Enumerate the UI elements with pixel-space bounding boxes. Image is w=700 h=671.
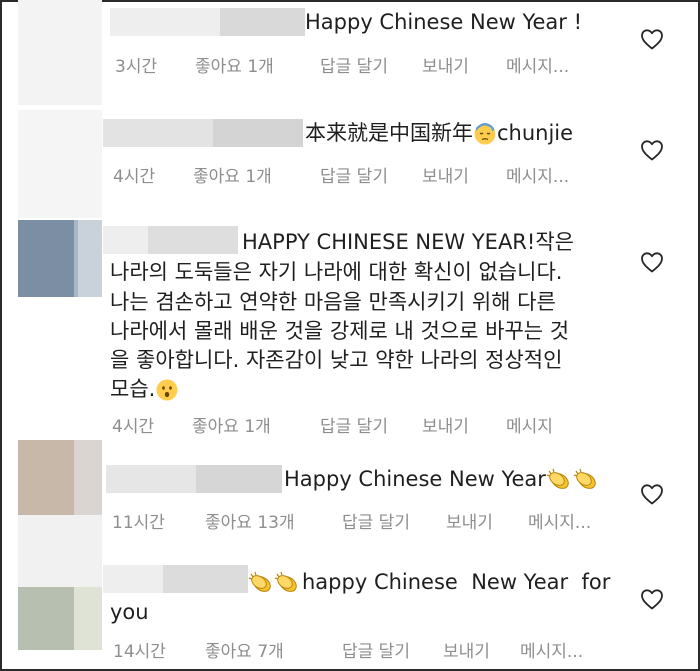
reply-button[interactable]: 답글 달기 [320, 162, 388, 187]
comment-text-chinese: 本来就是中国新年 [305, 121, 473, 145]
comment-text-latin: chunjie [497, 121, 574, 145]
comment-text-line-2: 나라의 도둑들은 자기 나라에 대한 확신이 없습니다. [110, 260, 563, 284]
send-button[interactable]: 보내기 [443, 637, 490, 662]
comment-text-line-1: HAPPY CHINESE NEW YEAR!작은 [242, 230, 574, 254]
message-button[interactable]: 메시지... [506, 162, 569, 187]
comment-text-last: 모습. [110, 377, 156, 401]
likes-count[interactable]: 좋아요 1개 [192, 412, 271, 437]
likes-count[interactable]: 좋아요 7개 [205, 637, 284, 662]
send-button[interactable]: 보내기 [422, 162, 469, 187]
comment-text-main: Happy Chinese New Year [284, 467, 546, 491]
hushed-face-icon [156, 379, 178, 401]
like-heart-icon[interactable] [640, 483, 664, 505]
blurred-username[interactable] [106, 465, 282, 493]
blurred-username[interactable] [110, 8, 305, 36]
message-button[interactable]: 메시지... [506, 52, 569, 77]
comment-time: 4시간 [112, 417, 155, 437]
send-button[interactable]: 보내기 [422, 52, 469, 77]
like-heart-icon[interactable] [640, 28, 664, 50]
avatar[interactable] [18, 0, 102, 105]
comment-meta: 4시간 좋아요 1개 답글 달기 보내기 메시지 [110, 412, 630, 437]
comment-text: Happy Chinese New Year ! [305, 10, 583, 34]
blurred-username[interactable] [103, 565, 248, 593]
comment-text-line-1: happy Chinese New Year for [248, 568, 610, 597]
comment-meta: 3시간 좋아요 1개 답글 달기 보내기 메시지... [110, 52, 630, 77]
avatar[interactable] [18, 110, 102, 218]
comment-text-line-5: 을 좋아합니다. 자존감이 낮고 약한 나라의 정상적인 [110, 348, 563, 372]
likes-count[interactable]: 좋아요 1개 [193, 162, 272, 187]
send-button[interactable]: 보내기 [422, 412, 469, 437]
message-button[interactable]: 메시지 [506, 412, 553, 437]
comment-text-line-6: 모습. [110, 375, 179, 404]
clapping-hands-icon [546, 468, 596, 489]
like-heart-icon[interactable] [640, 139, 664, 161]
avatar[interactable] [18, 440, 102, 515]
reply-button[interactable]: 답글 달기 [342, 637, 410, 662]
comment-text: Happy Chinese New Year [284, 465, 602, 494]
blurred-username[interactable] [103, 119, 303, 147]
likes-count[interactable]: 좋아요 1개 [195, 52, 274, 77]
reply-button[interactable]: 답글 달기 [320, 52, 388, 77]
comment-time: 4시간 [113, 167, 156, 187]
clapping-hands-icon [248, 571, 297, 592]
comment-time: 3시간 [115, 57, 158, 77]
comment-item-3: HAPPY CHINESE NEW YEAR!작은 나라의 도둑들은 자기 나라… [0, 220, 700, 440]
comment-text-line-4: 나라에서 몰래 배운 것을 강제로 내 것으로 바꾸는 것 [110, 319, 570, 343]
comment-text-line-2: you [110, 600, 149, 624]
like-heart-icon[interactable] [640, 251, 664, 273]
blurred-username[interactable] [103, 226, 238, 254]
comment-item-1: Happy Chinese New Year ! 3시간 좋아요 1개 답글 달… [0, 0, 700, 110]
reply-button[interactable]: 답글 달기 [320, 412, 388, 437]
comment-meta: 4시간 좋아요 1개 답글 달기 보내기 메시지... [110, 162, 630, 187]
comment-item-2: 本来就是中国新年 chunjie 4시간 좋아요 1개 답글 달기 보내기 메시지… [0, 110, 700, 220]
avatar[interactable] [18, 220, 102, 297]
avatar[interactable] [18, 515, 102, 650]
message-button[interactable]: 메시지... [520, 637, 583, 662]
sad-sweat-face-icon [474, 123, 496, 145]
comment-item-5: happy Chinese New Year for you 14시간 좋아요 … [0, 515, 700, 671]
comment-meta: 14시간 좋아요 7개 답글 달기 보내기 메시지... [110, 637, 630, 662]
like-heart-icon[interactable] [640, 588, 664, 610]
comment-text-line-3: 나는 겸손하고 연약한 마음을 만족시키기 위해 다른 [110, 290, 556, 314]
comment-text: 本来就是中国新年 chunjie [305, 119, 573, 148]
comment-time: 14시간 [113, 642, 166, 662]
comment-text-main: happy Chinese New Year for [302, 570, 611, 594]
